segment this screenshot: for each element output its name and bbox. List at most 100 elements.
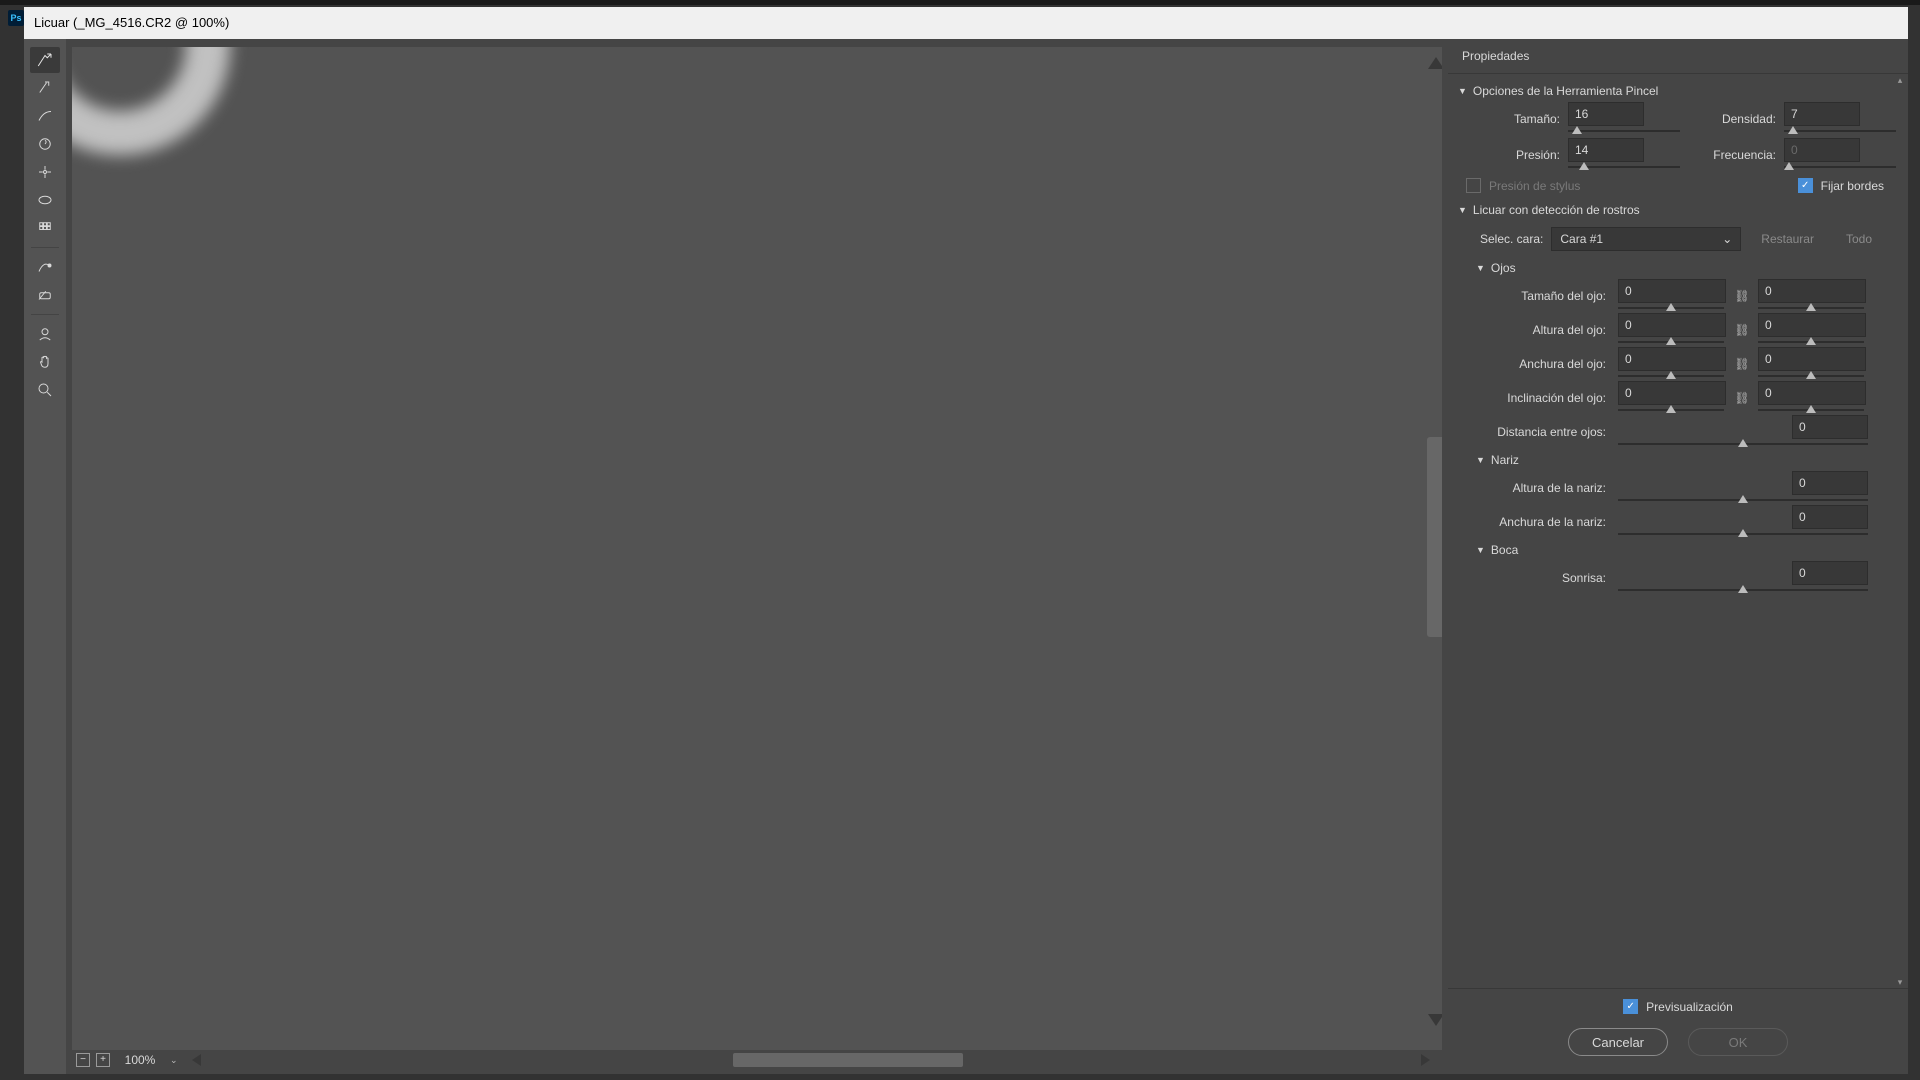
eye-tilt-right-input[interactable]: [1758, 381, 1866, 405]
face-aware-header[interactable]: ▼ Licuar con detección de rostros: [1458, 199, 1884, 221]
photoshop-icon: Ps: [8, 10, 24, 26]
tool-separator: [31, 247, 59, 248]
face-tool[interactable]: [30, 321, 60, 347]
eye-height-label: Altura del ojo:: [1462, 323, 1612, 337]
disclosure-icon: ▼: [1476, 263, 1485, 273]
eye-distance-slider[interactable]: [1618, 439, 1868, 449]
nose-height-slider[interactable]: [1618, 495, 1868, 505]
bloat-tool[interactable]: [30, 187, 60, 213]
zoom-in-button[interactable]: +: [96, 1053, 110, 1067]
disclosure-icon: ▼: [1458, 86, 1467, 96]
eye-width-label: Anchura del ojo:: [1462, 357, 1612, 371]
link-icon[interactable]: ⛓: [1732, 323, 1752, 337]
pressure-label: Presión:: [1458, 148, 1568, 162]
nose-width-slider[interactable]: [1618, 529, 1868, 539]
eye-tilt-left-slider[interactable]: [1618, 405, 1724, 415]
stylus-pressure-label: Presión de stylus: [1489, 179, 1580, 193]
vertical-scrollbar[interactable]: [1427, 437, 1442, 637]
restore-button[interactable]: Restaurar: [1749, 228, 1826, 250]
forward-warp-tool[interactable]: [30, 47, 60, 73]
scroll-right-icon[interactable]: [1421, 1054, 1430, 1066]
preview-checkbox[interactable]: [1623, 999, 1638, 1014]
zoom-bar: − + 100% ⌄: [72, 1050, 1442, 1070]
density-slider[interactable]: [1784, 126, 1896, 136]
app-menu-bar: [0, 0, 1920, 5]
thaw-mask-tool[interactable]: [30, 282, 60, 308]
eye-height-right-slider[interactable]: [1758, 337, 1864, 347]
properties-scroll: ▼Opciones de la Herramienta Pincel Tamañ…: [1448, 73, 1908, 989]
smile-label: Sonrisa:: [1462, 571, 1612, 585]
zoom-tool[interactable]: [30, 377, 60, 403]
zoom-out-button[interactable]: −: [76, 1053, 90, 1067]
ok-button[interactable]: OK: [1688, 1028, 1788, 1056]
link-icon[interactable]: ⛓: [1732, 357, 1752, 371]
scroll-down-icon[interactable]: ▾: [1894, 976, 1906, 988]
pin-edges-label: Fijar bordes: [1821, 179, 1884, 193]
freeze-mask-tool[interactable]: [30, 254, 60, 280]
eye-width-right-slider[interactable]: [1758, 371, 1864, 381]
density-label: Densidad:: [1684, 112, 1784, 126]
disclosure-icon: ▼: [1476, 545, 1485, 555]
face-select-dropdown[interactable]: Cara #1⌄: [1551, 227, 1741, 251]
link-icon[interactable]: ⛓: [1732, 391, 1752, 405]
eye-size-left-slider[interactable]: [1618, 303, 1724, 313]
disclosure-icon: ▼: [1458, 205, 1467, 215]
size-input[interactable]: [1568, 102, 1644, 126]
scroll-left-icon[interactable]: [192, 1054, 201, 1066]
panel-vertical-scroll[interactable]: ▴ ▾: [1894, 74, 1906, 988]
rate-label: Frecuencia:: [1684, 148, 1784, 162]
twirl-tool[interactable]: [30, 131, 60, 157]
eye-size-left-input[interactable]: [1618, 279, 1726, 303]
scroll-up-icon[interactable]: [1428, 57, 1442, 69]
size-slider[interactable]: [1568, 126, 1680, 136]
section-label: Licuar con detección de rostros: [1473, 203, 1640, 217]
window-title: Licuar (_MG_4516.CR2 @ 100%): [24, 7, 1908, 39]
density-input[interactable]: [1784, 102, 1860, 126]
eye-height-left-slider[interactable]: [1618, 337, 1724, 347]
eye-width-left-slider[interactable]: [1618, 371, 1724, 381]
mouth-header[interactable]: ▼Boca: [1458, 539, 1884, 561]
smile-input[interactable]: [1792, 561, 1868, 585]
nose-header[interactable]: ▼Nariz: [1458, 449, 1884, 471]
scroll-up-icon[interactable]: ▴: [1894, 74, 1906, 86]
nose-height-label: Altura de la nariz:: [1462, 481, 1612, 495]
eye-distance-input[interactable]: [1792, 415, 1868, 439]
pin-edges-checkbox[interactable]: [1798, 178, 1813, 193]
horizontal-scrollbar[interactable]: [733, 1053, 963, 1067]
liquify-canvas[interactable]: [72, 47, 1442, 1050]
brush-options-header[interactable]: ▼ Opciones de la Herramienta Pincel: [1458, 80, 1884, 102]
pressure-slider[interactable]: [1568, 162, 1680, 172]
eyes-header[interactable]: ▼ Ojos: [1458, 257, 1884, 279]
eye-size-right-slider[interactable]: [1758, 303, 1864, 313]
hand-tool[interactable]: [30, 349, 60, 375]
eye-height-left-input[interactable]: [1618, 313, 1726, 337]
eye-size-right-input[interactable]: [1758, 279, 1866, 303]
reconstruct-tool[interactable]: [30, 75, 60, 101]
section-label: Opciones de la Herramienta Pincel: [1473, 84, 1658, 98]
chevron-down-icon: ⌄: [1722, 232, 1732, 246]
eye-width-left-input[interactable]: [1618, 347, 1726, 371]
stylus-pressure-checkbox[interactable]: [1466, 178, 1481, 193]
link-icon[interactable]: ⛓: [1732, 289, 1752, 303]
app-left-strip: [0, 40, 24, 810]
all-button[interactable]: Todo: [1834, 228, 1884, 250]
eye-tilt-left-input[interactable]: [1618, 381, 1726, 405]
push-left-tool[interactable]: [30, 215, 60, 241]
nose-height-input[interactable]: [1792, 471, 1868, 495]
zoom-dropdown-icon[interactable]: ⌄: [170, 1055, 178, 1066]
eye-height-right-input[interactable]: [1758, 313, 1866, 337]
eye-distance-label: Distancia entre ojos:: [1462, 425, 1612, 439]
eye-tilt-right-slider[interactable]: [1758, 405, 1864, 415]
cancel-button[interactable]: Cancelar: [1568, 1028, 1668, 1056]
pressure-input[interactable]: [1568, 138, 1644, 162]
pucker-tool[interactable]: [30, 159, 60, 185]
eye-width-right-input[interactable]: [1758, 347, 1866, 371]
brush-stroke-preview: [72, 47, 230, 155]
nose-width-input[interactable]: [1792, 505, 1868, 529]
section-label: Ojos: [1491, 261, 1516, 275]
smile-slider[interactable]: [1618, 585, 1868, 595]
scroll-down-icon[interactable]: [1428, 1014, 1442, 1026]
zoom-value[interactable]: 100%: [116, 1053, 164, 1067]
properties-footer: Previsualización Cancelar OK: [1448, 989, 1908, 1074]
smooth-tool[interactable]: [30, 103, 60, 129]
